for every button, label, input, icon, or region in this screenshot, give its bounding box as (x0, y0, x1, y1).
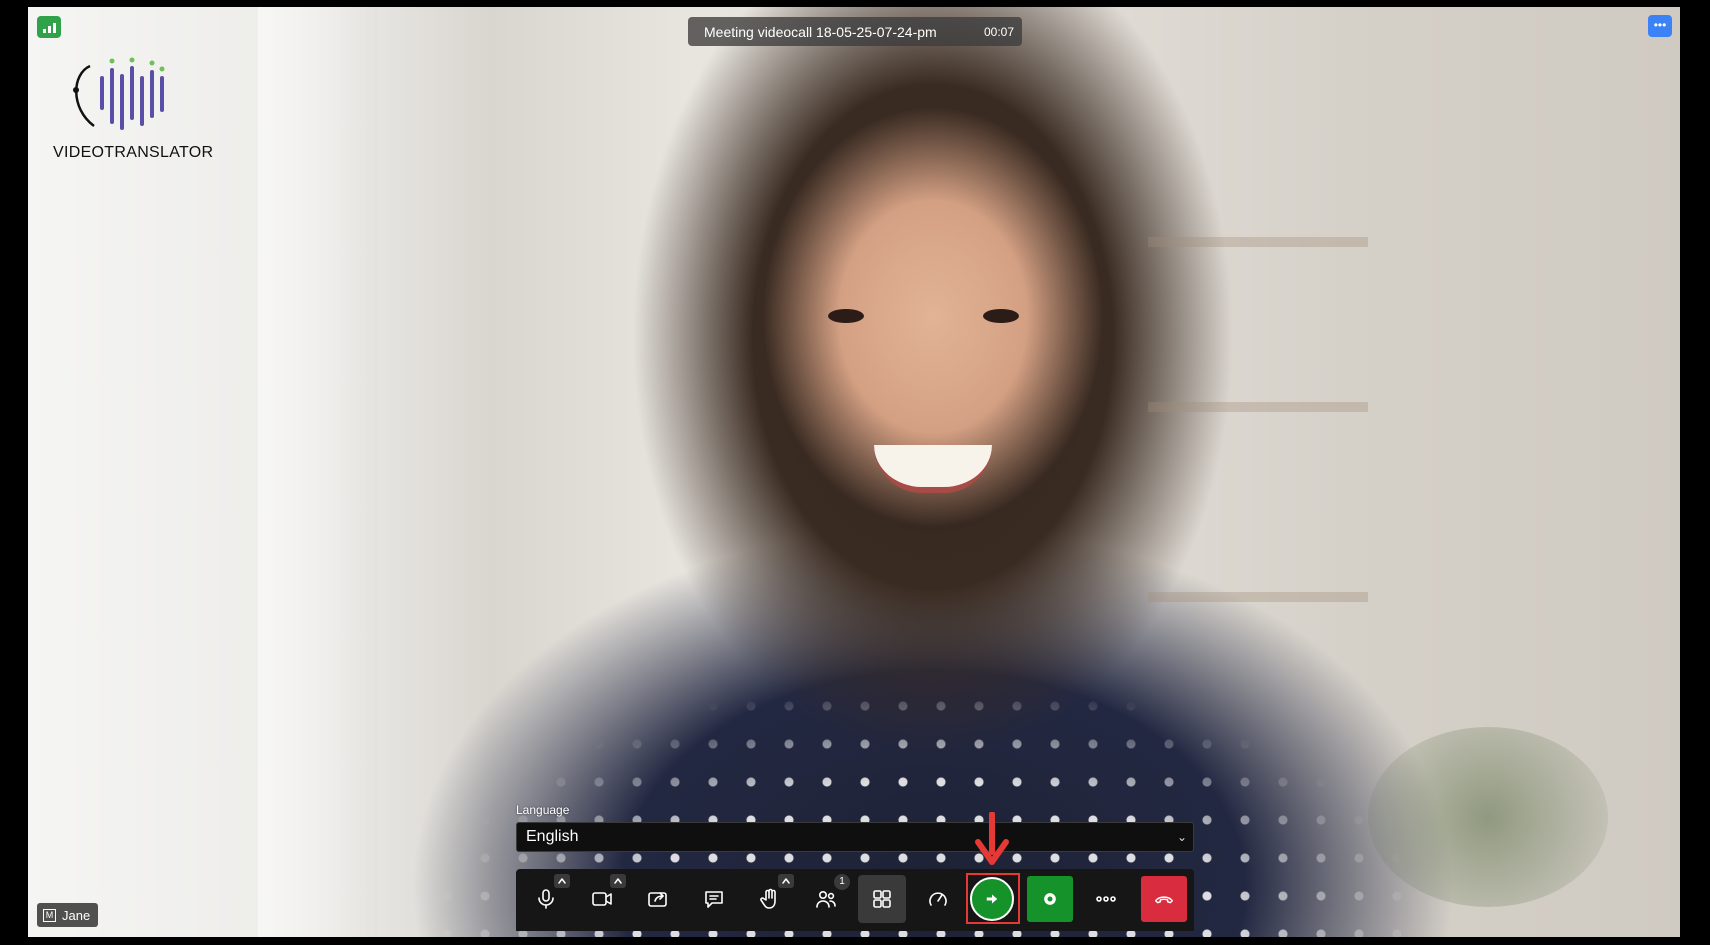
participant-eye (828, 309, 864, 323)
participants-count-badge: 1 (834, 874, 850, 890)
language-selected-value: English (526, 828, 579, 845)
more-options-icon (1096, 896, 1116, 902)
pointer-arrow-icon (975, 812, 1009, 865)
chat-icon (705, 891, 723, 908)
background-window (258, 7, 378, 937)
chevron-up-icon (558, 878, 566, 884)
hang-up-button[interactable] (1140, 875, 1188, 923)
participants-button[interactable]: 1 (802, 874, 850, 923)
participants-icon (816, 891, 836, 908)
highlight-box (966, 873, 1020, 924)
raise-hand-menu-caret[interactable] (778, 874, 794, 888)
microphone-button[interactable] (522, 874, 570, 923)
raise-hand-button[interactable] (746, 874, 794, 923)
videotranslator-logo (73, 57, 165, 130)
background-shelf (1148, 592, 1368, 602)
more-options-top-icon[interactable]: ••• (1648, 15, 1672, 37)
record-icon (1044, 893, 1056, 905)
record-square (1027, 876, 1073, 922)
record-button[interactable] (1026, 875, 1074, 923)
camera-icon (592, 892, 612, 906)
meeting-timer: 00:07 (983, 24, 1014, 39)
microphone-icon (538, 889, 554, 909)
hang-up-square (1141, 876, 1187, 922)
chevron-up-icon (782, 878, 790, 884)
participant-name: Jane (62, 907, 91, 923)
language-select[interactable]: English ⌄ (516, 822, 1194, 852)
camera-button[interactable] (578, 874, 626, 923)
chevron-up-icon (614, 878, 622, 884)
participant-smile (874, 445, 992, 493)
raise-hand-icon (760, 888, 776, 909)
background-shelf (1148, 237, 1368, 247)
meeting-title: Meeting videocall 18-05-25-07-24-pm (704, 23, 937, 40)
meeting-title-bar: Meeting videocall 18-05-25-07-24-pm 00:0… (688, 17, 1022, 46)
moderator-icon: M (43, 908, 56, 922)
performance-gauge-icon (929, 892, 947, 906)
tile-view-icon (873, 890, 891, 908)
participant-name-tag: M Jane (37, 903, 99, 927)
tile-view-button[interactable] (858, 875, 906, 923)
chevron-down-icon: ⌄ (1176, 830, 1187, 844)
share-screen-icon (648, 892, 667, 907)
performance-button[interactable] (914, 875, 962, 923)
participant-eye (983, 309, 1019, 323)
more-options-button[interactable] (1082, 875, 1130, 923)
hang-up-icon (1155, 896, 1173, 904)
background-shelf (1148, 402, 1368, 412)
call-toolbar: 1 (516, 869, 1194, 931)
video-stage (28, 7, 1680, 937)
connection-quality-icon[interactable] (37, 16, 61, 38)
camera-menu-caret[interactable] (610, 874, 626, 888)
microphone-menu-caret[interactable] (554, 874, 570, 888)
language-label: Language (516, 803, 570, 817)
share-screen-button[interactable] (634, 875, 682, 923)
chat-button[interactable] (690, 875, 738, 923)
brand-name: VIDEOTRANSLATOR (53, 144, 214, 161)
